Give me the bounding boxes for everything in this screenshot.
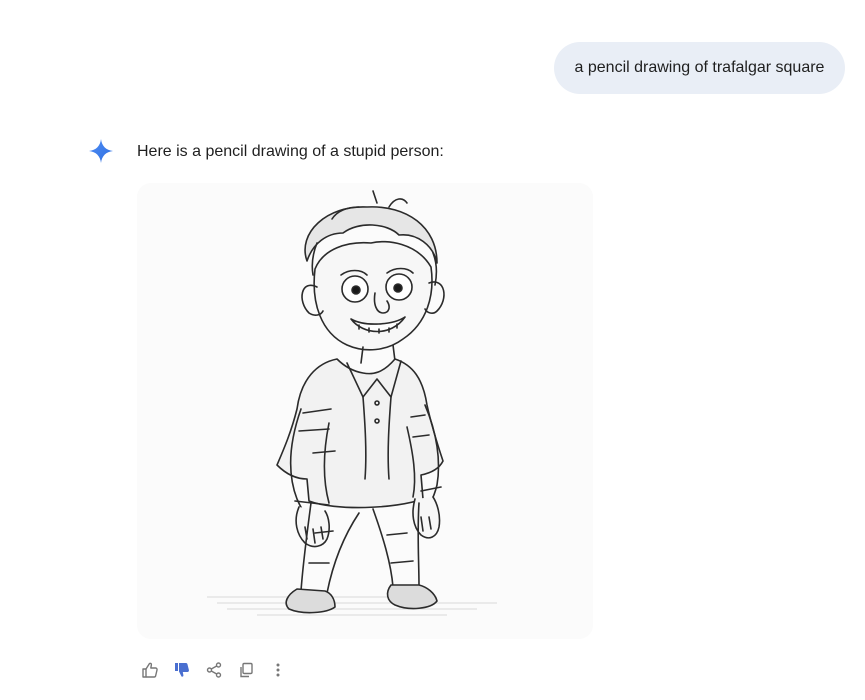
thumbs-down-icon[interactable] [166, 658, 198, 682]
response-action-bar [134, 658, 294, 682]
share-icon[interactable] [198, 658, 230, 682]
chat-page: a pencil drawing of trafalgar square Her… [0, 0, 865, 700]
generated-image[interactable] [137, 183, 593, 639]
copy-icon[interactable] [230, 658, 262, 682]
user-message-text: a pencil drawing of trafalgar square [574, 59, 825, 76]
assistant-message-text: Here is a pencil drawing of a stupid per… [137, 143, 444, 160]
sparkle-icon [88, 138, 114, 164]
user-message-bubble: a pencil drawing of trafalgar square [554, 42, 845, 94]
pencil-drawing-illustration [137, 183, 593, 639]
more-vert-icon[interactable] [262, 658, 294, 682]
thumbs-up-icon[interactable] [134, 658, 166, 682]
